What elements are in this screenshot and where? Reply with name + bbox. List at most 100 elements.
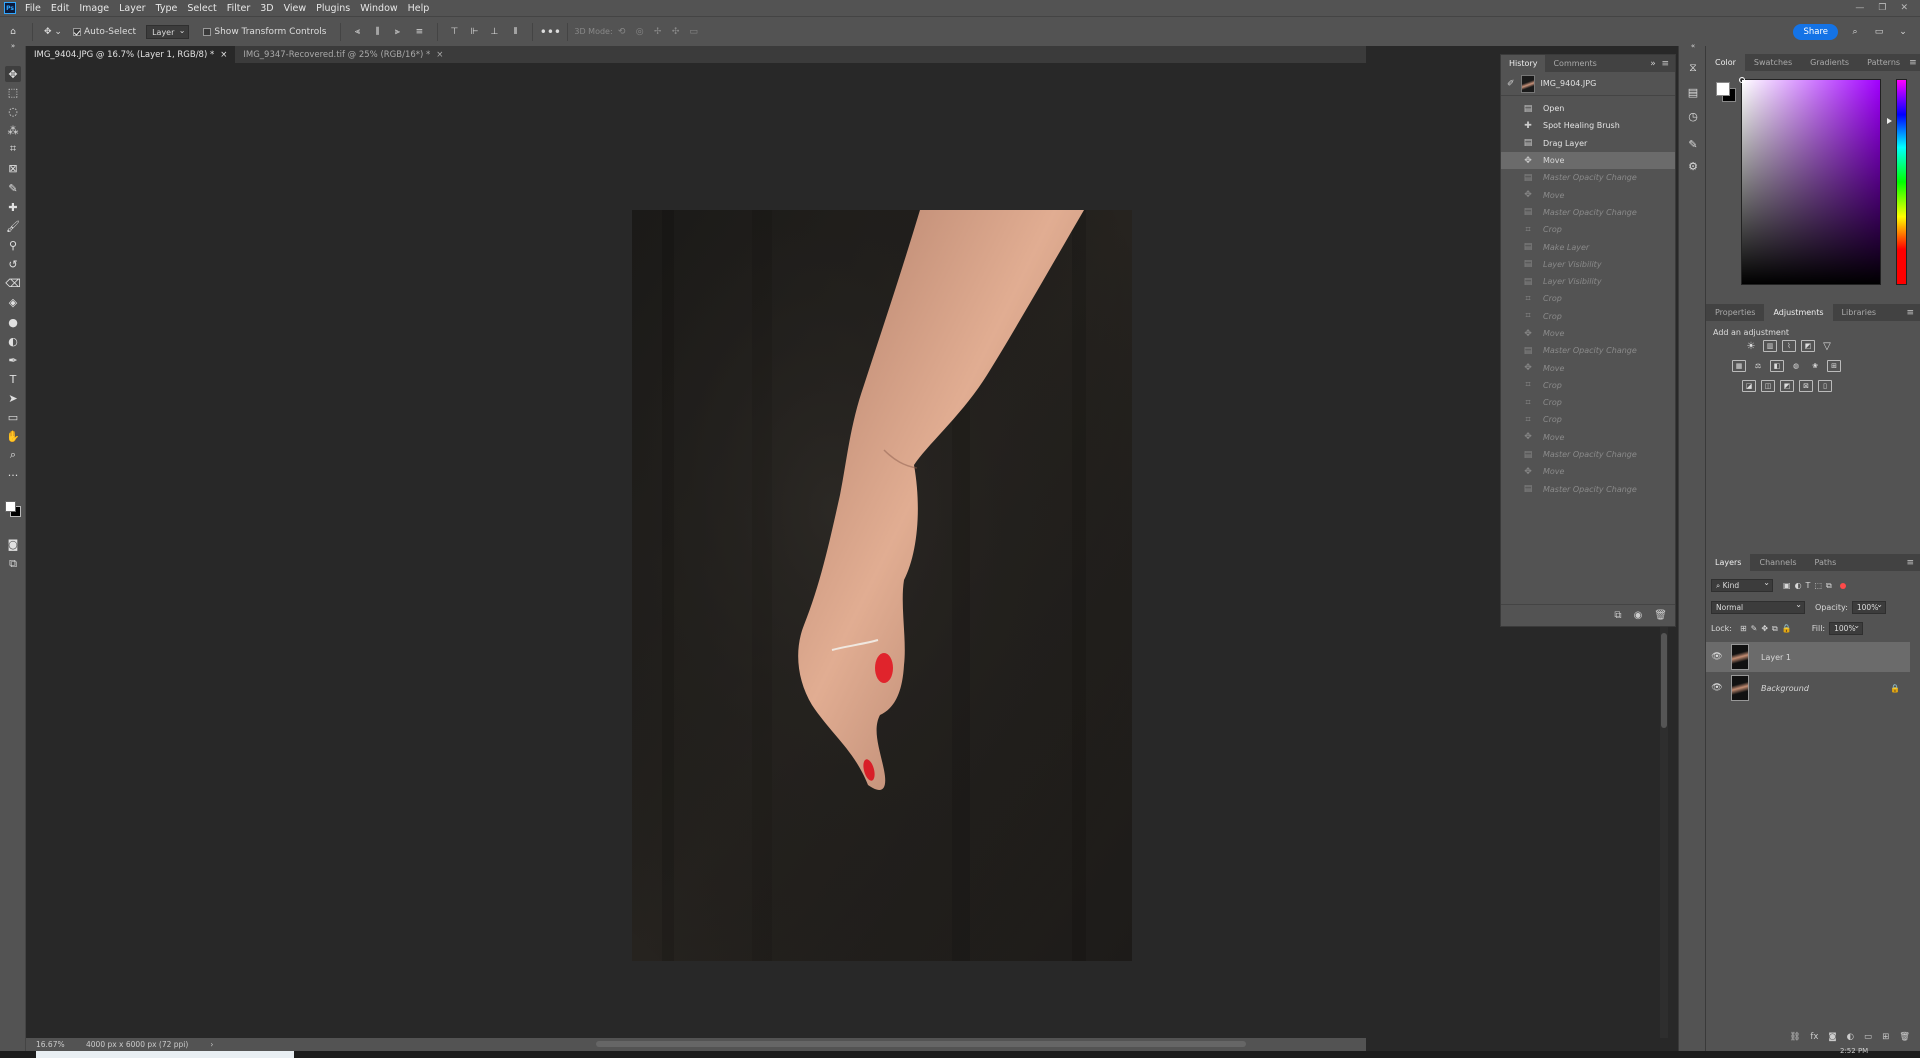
color-picker-field[interactable] [1739, 77, 1881, 285]
black-white-icon[interactable]: ◧ [1770, 360, 1784, 372]
blend-mode-dropdown[interactable]: Normal [1711, 599, 1805, 614]
history-entry[interactable]: ▤ Open [1501, 100, 1675, 117]
scrollbar-thumb[interactable] [1661, 633, 1667, 728]
hue-saturation-icon[interactable]: ▦ [1732, 360, 1746, 372]
3d-roll-icon[interactable]: ◎ [631, 24, 649, 40]
history-entry[interactable]: ▤ Layer Visibility [1501, 273, 1675, 290]
color-foreground-swatch[interactable] [1716, 82, 1730, 96]
history-clock-icon[interactable]: ◷ [1685, 108, 1701, 124]
filter-kind-dropdown[interactable]: ⌕ Kind [1711, 577, 1773, 592]
history-brush-source-slot[interactable] [1505, 398, 1515, 408]
color-picker-cursor[interactable] [1739, 77, 1745, 83]
history-brush-source-slot[interactable] [1505, 225, 1515, 235]
auto-select-checkbox[interactable]: Auto-Select [73, 24, 136, 40]
close-window-button[interactable]: ✕ [1900, 3, 1908, 13]
workspace-icon[interactable]: ▭ [1872, 24, 1886, 40]
magic-wand-tool-icon[interactable]: ⁂ [5, 122, 21, 138]
type-tool-icon[interactable]: T [5, 371, 21, 387]
history-entry[interactable]: ▤ Master Opacity Change [1501, 446, 1675, 463]
history-brush-source-slot[interactable] [1505, 156, 1515, 166]
history-entry[interactable]: ⌗ Crop [1501, 411, 1675, 428]
eye-icon[interactable]: 👁 [1711, 652, 1723, 662]
history-entry[interactable]: ▤ Master Opacity Change [1501, 169, 1675, 186]
move-tool-icon[interactable]: ✥ [5, 66, 21, 82]
tab-img-9404[interactable]: IMG_9404.JPG @ 16.7% (Layer 1, RGB/8) * … [26, 46, 236, 63]
hue-slider[interactable] [1896, 79, 1907, 285]
brush-tool-icon[interactable]: 🖌 [5, 218, 21, 234]
posterize-icon[interactable]: ◫ [1761, 380, 1775, 392]
adjust-sliders-icon[interactable]: ⚙ [1685, 158, 1701, 174]
history-panel-icon[interactable]: ⧖ [1685, 60, 1701, 76]
history-brush-source-slot[interactable] [1505, 380, 1515, 390]
tab-libraries[interactable]: Libraries [1833, 304, 1886, 321]
history-brush-source-slot[interactable] [1505, 484, 1515, 494]
zoom-level[interactable]: 16.67% [26, 1040, 76, 1049]
filter-toggle-icon[interactable] [1839, 582, 1846, 589]
show-transform-checkbox[interactable]: Show Transform Controls [203, 24, 326, 40]
history-entry[interactable]: ⌗ Crop [1501, 221, 1675, 238]
tab-properties[interactable]: Properties [1706, 304, 1764, 321]
lock-image-icon[interactable]: ✎ [1751, 624, 1758, 633]
filter-shape-icon[interactable]: ⬚ [1814, 581, 1822, 590]
distribute-vertical-icon[interactable]: ⫴ [504, 24, 526, 40]
layer-name[interactable]: Background [1761, 684, 1809, 693]
menu-file[interactable]: File [20, 3, 46, 14]
hue-slider-handle-icon[interactable] [1887, 118, 1892, 124]
3d-scale-icon[interactable]: ▭ [685, 24, 703, 40]
history-brush-source-slot[interactable] [1505, 242, 1515, 252]
history-brush-source-slot[interactable] [1505, 415, 1515, 425]
rectangle-tool-icon[interactable]: ▭ [5, 409, 21, 425]
history-brush-source-slot[interactable] [1505, 467, 1515, 477]
align-top-icon[interactable]: ⊤ [444, 24, 464, 40]
brightness-icon[interactable]: ☀ [1744, 340, 1758, 352]
history-entry[interactable]: ▤ Master Opacity Change [1501, 342, 1675, 359]
tab-history[interactable]: History [1501, 55, 1546, 72]
history-entry[interactable]: ✥ Move [1501, 325, 1675, 342]
tab-gradients[interactable]: Gradients [1801, 54, 1858, 71]
color-swatches[interactable] [4, 500, 22, 520]
menu-select[interactable]: Select [182, 3, 221, 14]
collapse-icon[interactable]: » ≡ [1650, 59, 1675, 69]
chevron-down-icon[interactable]: ⌄ [1896, 24, 1910, 40]
blur-tool-icon[interactable]: ● [5, 314, 21, 330]
history-entry[interactable]: ▤ Drag Layer [1501, 135, 1675, 152]
tab-img-9347[interactable]: IMG_9347-Recovered.tif @ 25% (RGB/16*) *… [235, 46, 451, 63]
path-selection-tool-icon[interactable]: ➤ [5, 390, 21, 406]
more-options-icon[interactable]: ••• [539, 24, 561, 40]
color-lookup-icon[interactable]: ⊞ [1827, 360, 1841, 372]
photo-filter-icon[interactable]: ◍ [1789, 360, 1803, 372]
new-layer-icon[interactable]: ⊞ [1882, 1032, 1889, 1046]
threshold-icon[interactable]: ◩ [1780, 380, 1794, 392]
history-snapshot[interactable]: ✐ IMG_9404.JPG [1501, 72, 1675, 96]
lock-transparent-icon[interactable]: ⊞ [1740, 624, 1747, 633]
filter-type-icon[interactable]: T [1806, 581, 1811, 590]
align-right-icon[interactable]: ⫸ [387, 24, 407, 40]
history-entry[interactable]: ▤ Master Opacity Change [1501, 481, 1675, 498]
document-image[interactable] [632, 210, 1132, 961]
tab-layers[interactable]: Layers [1706, 554, 1751, 571]
brush-settings-icon[interactable]: ✎ [1685, 136, 1701, 152]
eyedropper-tool-icon[interactable]: ✎ [5, 180, 21, 196]
hand-tool-icon[interactable]: ✋ [5, 428, 21, 444]
layer-style-icon[interactable]: fx [1810, 1032, 1818, 1046]
vibrance-icon[interactable]: ▽ [1820, 340, 1834, 352]
layer-name[interactable]: Layer 1 [1761, 653, 1791, 662]
history-brush-source-icon[interactable]: ✐ [1507, 79, 1515, 89]
history-entry[interactable]: ⌗ Crop [1501, 377, 1675, 394]
history-brush-source-slot[interactable] [1505, 138, 1515, 148]
menu-help[interactable]: Help [403, 3, 435, 14]
share-button[interactable]: Share [1793, 23, 1838, 40]
filter-adjustment-icon[interactable]: ◐ [1795, 581, 1802, 590]
menu-type[interactable]: Type [151, 3, 183, 14]
panel-menu-icon[interactable]: ≡ [1906, 308, 1920, 318]
opacity-input[interactable]: 100% [1851, 599, 1886, 614]
history-brush-source-slot[interactable] [1505, 277, 1515, 287]
zoom-tool-icon[interactable]: ⌕ [5, 447, 21, 463]
history-brush-source-slot[interactable] [1505, 259, 1515, 269]
edit-toolbar-icon[interactable]: ··· [5, 467, 21, 483]
history-entry[interactable]: ✥ Move [1501, 359, 1675, 376]
levels-icon[interactable]: ▥ [1763, 340, 1777, 352]
search-icon[interactable]: ⌕ [1848, 24, 1862, 40]
invert-icon[interactable]: ◪ [1742, 380, 1756, 392]
eraser-tool-icon[interactable]: ⌫ [5, 275, 21, 291]
